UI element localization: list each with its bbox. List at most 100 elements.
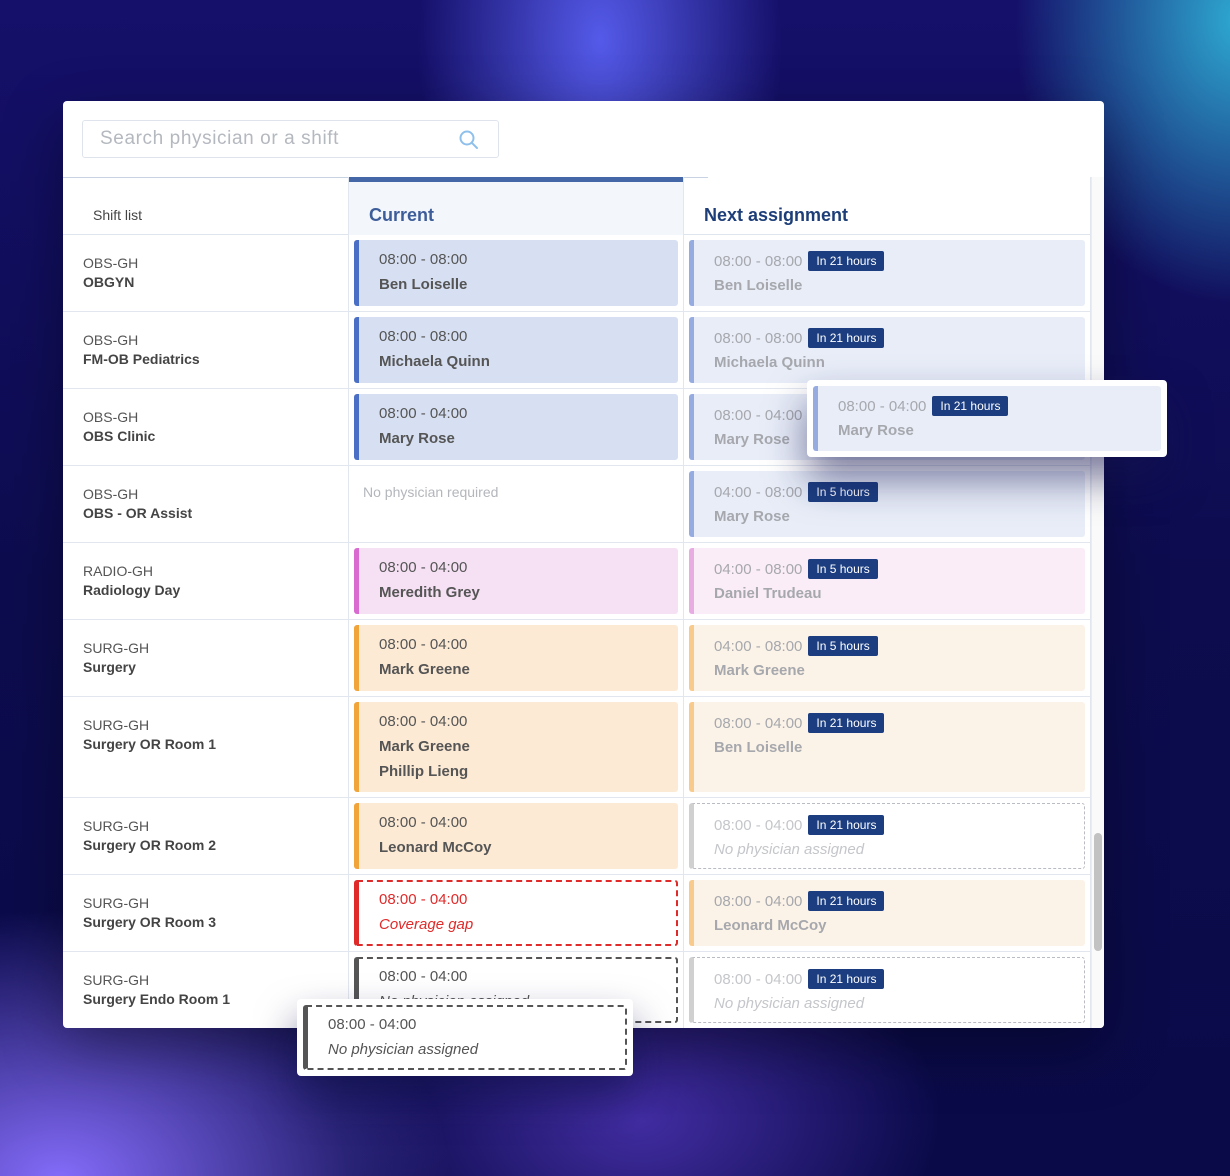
physician-name: Leonard McCoy <box>714 917 827 934</box>
current-cell: 08:00 - 04:00 Coverage gap <box>348 875 684 951</box>
shift-cell[interactable]: OBS-GH OBGYN <box>63 235 348 311</box>
vertical-scrollbar[interactable] <box>1091 177 1104 1028</box>
shift-cell[interactable]: OBS-GH FM-OB Pediatrics <box>63 312 348 388</box>
shift-time: 08:00 - 04:00 <box>379 559 468 576</box>
time-until-badge: In 5 hours <box>808 482 878 502</box>
next-cell: 08:00 - 04:00 In 21 hours No physician as… <box>684 798 1091 874</box>
assignment-card[interactable]: 04:00 - 08:00 In 5 hours Daniel Trudeau <box>689 548 1085 614</box>
physician-name: Daniel Trudeau <box>714 585 822 602</box>
shift-time: 04:00 - 08:00 <box>714 561 803 578</box>
column-header-label: Current <box>369 205 435 225</box>
unassigned-card[interactable]: 08:00 - 04:00 In 21 hours No physician as… <box>689 957 1085 1023</box>
shift-time: 08:00 - 04:00 <box>379 891 468 908</box>
table-row: SURG-GH Surgery OR Room 3 08:00 - 04:00 … <box>63 875 1091 952</box>
shift-name: Surgery <box>83 659 136 675</box>
shift-time: 08:00 - 04:00 <box>714 893 803 910</box>
assignment-card[interactable]: 08:00 - 04:00 In 21 hours Leonard McCoy <box>689 880 1085 946</box>
shift-name: Surgery OR Room 2 <box>83 837 217 853</box>
scrollbar-thumb[interactable] <box>1094 833 1102 951</box>
shift-cell[interactable]: SURG-GH Surgery OR Room 2 <box>63 798 348 874</box>
column-header-label: Next assignment <box>704 205 849 225</box>
unassigned-card[interactable]: 08:00 - 04:00 In 21 hours No physician as… <box>689 803 1085 869</box>
physician-name: Mark Greene <box>379 661 470 678</box>
column-header-label: Shift list <box>93 207 143 223</box>
shift-code: OBS-GH <box>83 332 139 348</box>
unassigned-card[interactable]: 08:00 - 04:00 No physician assigned <box>303 1005 627 1070</box>
assignment-card[interactable]: 08:00 - 04:00 Mark Greene Phillip Lieng <box>354 702 678 792</box>
assignment-card[interactable]: 08:00 - 04:00 Mary Rose <box>354 394 678 460</box>
shift-cell[interactable]: SURG-GH Surgery <box>63 620 348 696</box>
shift-time: 08:00 - 04:00 <box>328 1016 417 1033</box>
column-header-current[interactable]: Current <box>348 177 684 235</box>
current-cell[interactable]: No physician required <box>348 466 684 542</box>
shift-name: Surgery OR Room 3 <box>83 914 217 930</box>
physician-name: Mark Greene <box>714 662 805 679</box>
time-until-badge: In 5 hours <box>808 636 878 656</box>
table-row: OBS-GH OBS - OR Assist No physician requ… <box>63 466 1091 543</box>
shift-time: 08:00 - 04:00 <box>379 814 468 831</box>
assignment-card[interactable]: 08:00 - 04:00 Leonard McCoy <box>354 803 678 869</box>
physician-name: Meredith Grey <box>379 584 480 601</box>
search-input[interactable] <box>83 121 443 157</box>
shift-time: 04:00 - 08:00 <box>714 638 803 655</box>
search-box[interactable] <box>82 120 499 158</box>
shift-code: SURG-GH <box>83 818 150 834</box>
shift-name: OBS Clinic <box>83 428 156 444</box>
shift-time: 08:00 - 08:00 <box>379 251 468 268</box>
column-header-shift-list: Shift list <box>63 177 348 235</box>
no-physician-required-note: No physician required <box>363 484 499 500</box>
shift-time: 04:00 - 08:00 <box>714 484 803 501</box>
next-cell: 04:00 - 08:00 In 5 hours Mark Greene <box>684 620 1091 696</box>
shift-cell[interactable]: RADIO-GH Radiology Day <box>63 543 348 619</box>
next-cell: 04:00 - 08:00 In 5 hours Mary Rose <box>684 466 1091 542</box>
shift-time: 08:00 - 08:00 <box>714 253 803 270</box>
shift-code: SURG-GH <box>83 972 150 988</box>
no-physician-assigned-label: No physician assigned <box>328 1041 479 1058</box>
table-row: SURG-GH Surgery OR Room 2 08:00 - 04:00 … <box>63 798 1091 875</box>
physician-name: Leonard McCoy <box>379 839 492 856</box>
shift-time: 08:00 - 04:00 <box>379 405 468 422</box>
assignment-card[interactable]: 04:00 - 08:00 In 5 hours Mary Rose <box>689 471 1085 537</box>
shift-name: OBS - OR Assist <box>83 505 193 521</box>
assignment-card[interactable]: 08:00 - 08:00 Ben Loiselle <box>354 240 678 306</box>
assignment-card[interactable]: 08:00 - 04:00 In 21 hours Ben Loiselle <box>689 702 1085 792</box>
time-until-badge: In 21 hours <box>808 251 885 271</box>
search-icon[interactable] <box>458 129 480 151</box>
dragged-card-popup[interactable]: 08:00 - 04:00 No physician assigned <box>297 999 633 1076</box>
time-until-badge: In 5 hours <box>808 559 878 579</box>
dragged-card-popup[interactable]: 08:00 - 04:00 In 21 hours Mary Rose <box>807 380 1167 457</box>
assignment-card[interactable]: 08:00 - 04:00 Meredith Grey <box>354 548 678 614</box>
physician-name: Ben Loiselle <box>379 276 468 293</box>
current-cell: 08:00 - 08:00 Michaela Quinn <box>348 312 684 388</box>
next-cell: 08:00 - 04:00 In 21 hours Leonard McCoy <box>684 875 1091 951</box>
shift-time: 08:00 - 04:00 <box>838 398 927 415</box>
shift-name: FM-OB Pediatrics <box>83 351 200 367</box>
table-row: RADIO-GH Radiology Day 08:00 - 04:00 Mer… <box>63 543 1091 620</box>
shift-code: OBS-GH <box>83 255 139 271</box>
time-until-badge: In 21 hours <box>808 969 885 989</box>
table-row: OBS-GH OBGYN 08:00 - 08:00 Ben Loiselle … <box>63 235 1091 312</box>
shift-cell[interactable]: SURG-GH Surgery OR Room 3 <box>63 875 348 951</box>
time-until-badge: In 21 hours <box>808 328 885 348</box>
assignment-card[interactable]: 08:00 - 08:00 Michaela Quinn <box>354 317 678 383</box>
coverage-gap-card[interactable]: 08:00 - 04:00 Coverage gap <box>354 880 678 946</box>
shift-time: 08:00 - 04:00 <box>379 636 468 653</box>
assignment-card[interactable]: 08:00 - 08:00 In 21 hours Ben Loiselle <box>689 240 1085 306</box>
shift-cell[interactable]: OBS-GH OBS - OR Assist <box>63 466 348 542</box>
assignment-card[interactable]: 08:00 - 04:00 In 21 hours Mary Rose <box>813 386 1161 451</box>
assignment-card[interactable]: 04:00 - 08:00 In 5 hours Mark Greene <box>689 625 1085 691</box>
assignment-card[interactable]: 08:00 - 08:00 In 21 hours Michaela Quinn <box>689 317 1085 383</box>
shift-name: Surgery OR Room 1 <box>83 736 217 752</box>
physician-name: Ben Loiselle <box>714 277 803 294</box>
shift-table: Shift list Current Next assignment OBS-G… <box>63 177 1091 1028</box>
column-header-next-assignment[interactable]: Next assignment <box>684 177 1091 235</box>
shift-time: 08:00 - 04:00 <box>714 407 803 424</box>
shift-time: 08:00 - 08:00 <box>714 330 803 347</box>
shift-cell[interactable]: SURG-GH Surgery OR Room 1 <box>63 697 348 797</box>
physician-name: Michaela Quinn <box>379 353 490 370</box>
physician-name: Mary Rose <box>714 431 790 448</box>
shift-cell[interactable]: OBS-GH OBS Clinic <box>63 389 348 465</box>
assignment-card[interactable]: 08:00 - 04:00 Mark Greene <box>354 625 678 691</box>
physician-name: Mary Rose <box>714 508 790 525</box>
schedule-panel: Shift list Current Next assignment OBS-G… <box>63 101 1104 1028</box>
